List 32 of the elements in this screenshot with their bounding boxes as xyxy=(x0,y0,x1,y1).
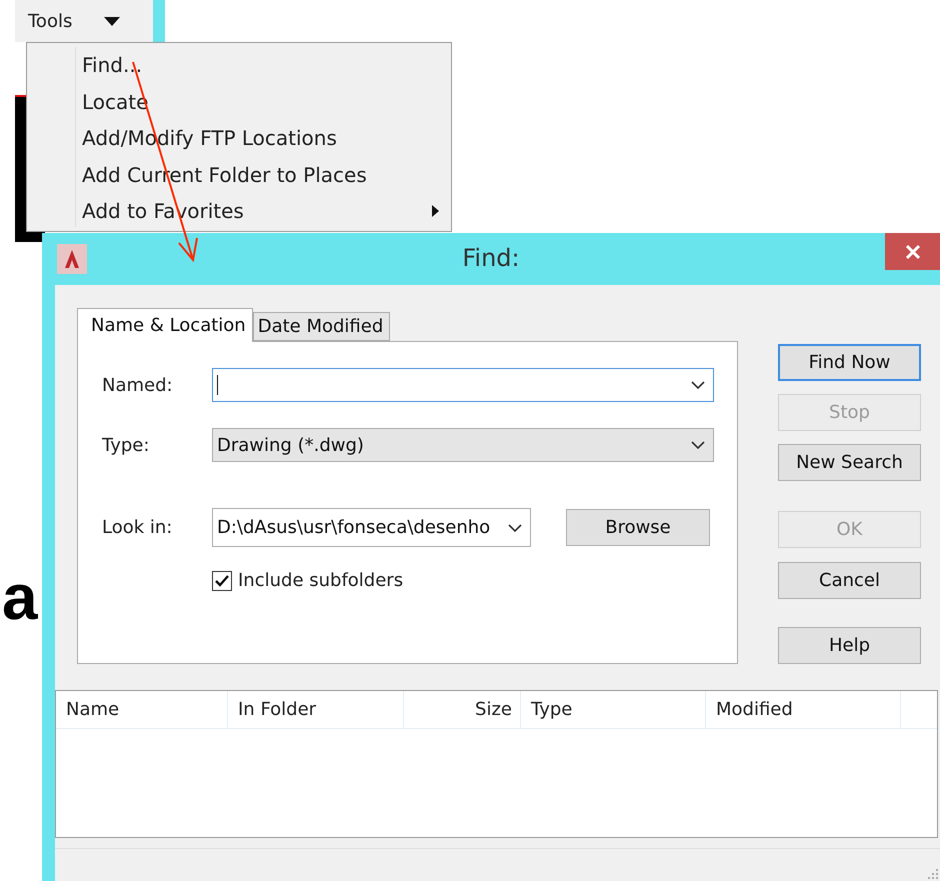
resize-grip-icon xyxy=(928,869,938,879)
submenu-arrow-icon xyxy=(432,205,439,218)
checkbox[interactable] xyxy=(212,570,232,590)
column-header[interactable]: Name xyxy=(56,691,228,728)
dialog-button[interactable]: Help xyxy=(778,627,921,664)
field-label: Type: xyxy=(102,434,150,456)
close-button[interactable] xyxy=(885,233,940,270)
type-dropdown[interactable]: Drawing (*.dwg) xyxy=(212,428,714,462)
dialog-button[interactable]: Find Now xyxy=(778,344,921,381)
look-in-field[interactable]: D:\dAsus\usr\fonseca\desenho xyxy=(212,508,531,547)
browse-button[interactable]: Browse xyxy=(566,509,710,546)
close-icon xyxy=(904,244,920,260)
chevron-down-icon xyxy=(508,524,522,532)
field-label: Named: xyxy=(102,374,174,396)
tools-menu[interactable]: Tools xyxy=(28,10,72,32)
checkbox-label: Include subfolders xyxy=(238,570,404,591)
dropdown-icon[interactable] xyxy=(104,16,120,26)
field-label: Look in: xyxy=(102,517,174,538)
column-header[interactable]: Size xyxy=(404,691,521,728)
dialog-button[interactable]: New Search xyxy=(778,444,921,481)
column-header[interactable]: In Folder xyxy=(228,691,404,728)
tab[interactable]: Name & Location xyxy=(77,308,253,342)
dialog-title: Find: xyxy=(462,244,520,272)
dialog-button[interactable]: Cancel xyxy=(778,562,921,599)
app-logo-icon xyxy=(57,244,87,274)
column-header[interactable]: Modified xyxy=(706,691,901,728)
chevron-down-icon xyxy=(691,381,705,389)
chevron-down-icon xyxy=(691,441,705,449)
named-field[interactable] xyxy=(212,368,714,402)
background-letter: a xyxy=(2,565,38,629)
column-header[interactable]: Type xyxy=(521,691,706,728)
tab[interactable]: Date Modified xyxy=(252,312,390,341)
